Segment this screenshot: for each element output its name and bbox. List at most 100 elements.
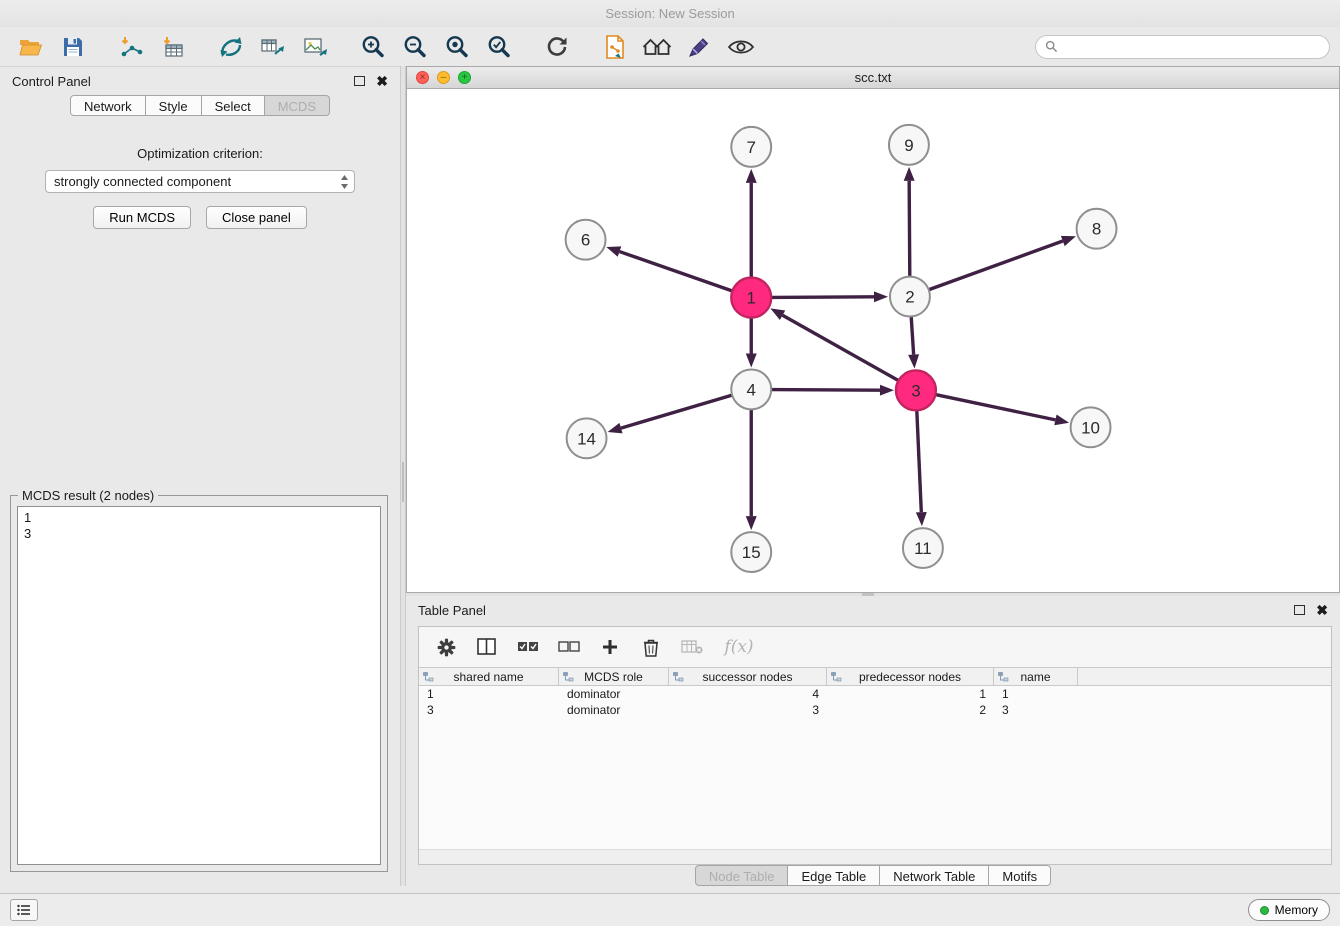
table-cell: 2: [827, 703, 994, 717]
function-builder-button[interactable]: f(x): [720, 634, 758, 660]
tab-select[interactable]: Select: [202, 95, 265, 116]
export-network-button[interactable]: [594, 31, 636, 63]
import-network-icon: [118, 35, 144, 59]
select-all-columns-button[interactable]: [515, 634, 541, 660]
graph-node-14[interactable]: 14: [567, 418, 607, 458]
graph-edge-4-14[interactable]: [608, 395, 732, 433]
tab-motifs[interactable]: Motifs: [989, 865, 1051, 886]
tab-network-table[interactable]: Network Table: [880, 865, 989, 886]
delete-table-button[interactable]: [679, 634, 705, 660]
svg-text:1: 1: [747, 289, 756, 308]
table-row[interactable]: 1dominator411: [419, 686, 1331, 702]
close-panel-button[interactable]: Close panel: [206, 206, 307, 229]
zoom-fit-icon: [444, 34, 470, 60]
graph-edge-1-7[interactable]: [746, 169, 757, 278]
sort-icon: [563, 672, 574, 682]
graph-edge-1-6[interactable]: [606, 246, 732, 291]
zoom-in-icon: [360, 34, 386, 60]
column-header-successor-nodes[interactable]: successor nodes: [669, 668, 827, 685]
graph-edge-4-3[interactable]: [771, 385, 894, 396]
delete-row-button[interactable]: [638, 634, 664, 660]
graph-node-9[interactable]: 9: [889, 125, 929, 165]
tab-network[interactable]: Network: [70, 95, 146, 116]
column-header-name[interactable]: name: [994, 668, 1078, 685]
save-floppy-icon: [62, 36, 84, 58]
show-hide-button[interactable]: [720, 31, 762, 63]
refresh-view-button[interactable]: [536, 31, 578, 63]
tab-edge-table[interactable]: Edge Table: [788, 865, 880, 886]
plus-icon: [601, 638, 619, 656]
import-network-button[interactable]: [110, 31, 152, 63]
graph-edge-2-9[interactable]: [904, 167, 915, 277]
graph-edge-1-4[interactable]: [746, 318, 757, 368]
unselect-all-columns-button[interactable]: [556, 634, 582, 660]
network-graph[interactable]: 7 9 6 8 1 2 4 3 14 10 15 11: [407, 89, 1339, 592]
float-table-panel-icon[interactable]: [1294, 605, 1305, 615]
add-row-button[interactable]: [597, 634, 623, 660]
table-row[interactable]: 3dominator323: [419, 702, 1331, 718]
tab-style[interactable]: Style: [146, 95, 202, 116]
graph-node-10[interactable]: 10: [1071, 407, 1111, 447]
close-panel-icon[interactable]: ✖: [376, 76, 388, 86]
criterion-dropdown[interactable]: strongly connected component: [45, 170, 355, 193]
graph-node-7[interactable]: 7: [731, 127, 771, 167]
cytoscape-home-button[interactable]: [636, 31, 678, 63]
graph-node-8[interactable]: 8: [1077, 209, 1117, 249]
export-image-button[interactable]: [294, 31, 336, 63]
graph-edge-4-15[interactable]: [746, 409, 757, 530]
list-icon: [17, 904, 31, 916]
tab-node-table[interactable]: Node Table: [695, 865, 789, 886]
graph-node-4[interactable]: 4: [731, 369, 771, 409]
graph-node-2[interactable]: 2: [890, 277, 930, 317]
search-field[interactable]: [1035, 35, 1330, 59]
table-from-database-button[interactable]: [252, 31, 294, 63]
graph-edge-2-8[interactable]: [929, 236, 1076, 290]
apply-style-button[interactable]: [678, 31, 720, 63]
graph-node-11[interactable]: 11: [903, 528, 943, 568]
graph-edge-3-10[interactable]: [935, 395, 1069, 426]
search-input[interactable]: [1063, 39, 1320, 54]
table-panel-tabs: Node TableEdge TableNetwork TableMotifs: [406, 865, 1340, 886]
float-panel-icon[interactable]: [354, 76, 365, 86]
graph-node-15[interactable]: 15: [731, 532, 771, 572]
table-cell: 4: [669, 687, 827, 701]
graph-edge-2-3[interactable]: [908, 317, 919, 369]
table-settings-button[interactable]: [433, 634, 459, 660]
open-file-button[interactable]: [10, 31, 52, 63]
image-icon: [302, 35, 328, 59]
network-window-titlebar[interactable]: scc.txt × – +: [407, 67, 1339, 89]
mcds-result-list[interactable]: 13: [17, 506, 381, 865]
graph-node-6[interactable]: 6: [566, 220, 606, 260]
table-header-row: shared nameMCDS rolesuccessor nodesprede…: [419, 667, 1331, 686]
network-canvas[interactable]: 7 9 6 8 1 2 4 3 14 10 15 11: [407, 89, 1339, 592]
zoom-window-button[interactable]: +: [458, 71, 471, 84]
close-table-panel-icon[interactable]: ✖: [1316, 605, 1328, 615]
graph-edge-3-1[interactable]: [770, 308, 898, 380]
tab-mcds[interactable]: MCDS: [265, 95, 330, 116]
zoom-in-button[interactable]: [352, 31, 394, 63]
run-mcds-button[interactable]: Run MCDS: [93, 206, 191, 229]
graph-node-3[interactable]: 3: [896, 370, 936, 410]
column-header-shared-name[interactable]: shared name: [419, 668, 559, 685]
zoom-selected-button[interactable]: [478, 31, 520, 63]
graph-edge-3-11[interactable]: [916, 410, 927, 526]
sort-icon: [831, 672, 842, 682]
show-columns-button[interactable]: [474, 634, 500, 660]
close-window-button[interactable]: ×: [416, 71, 429, 84]
table-panel: Table Panel ✖: [406, 596, 1340, 886]
zoom-fit-button[interactable]: [436, 31, 478, 63]
minimize-window-button[interactable]: –: [437, 71, 450, 84]
column-header-predecessor-nodes[interactable]: predecessor nodes: [827, 668, 994, 685]
import-table-button[interactable]: [152, 31, 194, 63]
memory-button[interactable]: Memory: [1248, 899, 1330, 921]
task-history-button[interactable]: [10, 899, 38, 921]
result-line: 1: [24, 510, 374, 526]
table-horizontal-scrollbar[interactable]: [419, 849, 1331, 864]
save-session-button[interactable]: [52, 31, 94, 63]
zoom-out-button[interactable]: [394, 31, 436, 63]
graph-edge-1-2[interactable]: [771, 291, 888, 302]
column-header-mcds-role[interactable]: MCDS role: [559, 668, 669, 685]
network-from-database-button[interactable]: [210, 31, 252, 63]
table-cell: 1: [994, 687, 1078, 701]
graph-node-1[interactable]: 1: [731, 278, 771, 318]
